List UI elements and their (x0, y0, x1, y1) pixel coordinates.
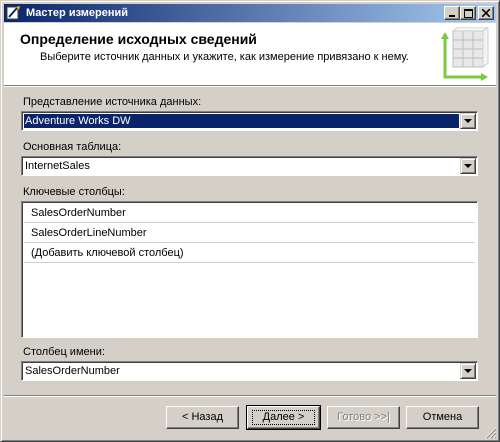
data-source-view-value: Adventure Works DW (24, 114, 459, 128)
chevron-down-icon (464, 119, 472, 123)
finish-button: Готово >>| (327, 406, 400, 429)
minimize-button[interactable] (444, 6, 460, 20)
data-source-view-dropdown-button[interactable] (460, 113, 476, 129)
title-bar[interactable]: Мастер измерений (4, 4, 496, 22)
name-column-value: SalesOrderNumber (25, 365, 120, 377)
main-table-combo[interactable]: InternetSales (21, 156, 478, 176)
list-item[interactable]: SalesOrderNumber (24, 203, 475, 223)
wizard-icon (6, 6, 20, 20)
chevron-down-icon (464, 369, 472, 373)
back-button[interactable]: < Назад (166, 406, 239, 429)
data-source-view-label: Представление источника данных: (23, 96, 202, 108)
close-button[interactable] (478, 6, 494, 20)
cancel-button[interactable]: Отмена (406, 406, 479, 429)
page-subtitle: Выберите источник данных и укажите, как … (40, 51, 409, 63)
key-columns-label: Ключевые столбцы: (23, 186, 125, 198)
main-table-value: InternetSales (25, 160, 90, 172)
chevron-down-icon (464, 164, 472, 168)
name-column-combo[interactable]: SalesOrderNumber (21, 361, 478, 381)
name-column-label: Столбец имени: (23, 346, 105, 358)
dimension-cube-icon (441, 27, 489, 81)
name-column-dropdown-button[interactable] (460, 363, 476, 379)
page-title: Определение исходных сведений (20, 31, 257, 47)
minimize-icon (449, 15, 455, 17)
close-icon (482, 9, 490, 17)
dimension-wizard-window: Мастер измерений Определение исходных св… (0, 0, 500, 442)
resize-grip-icon[interactable] (485, 427, 497, 439)
add-key-column-item[interactable]: (Добавить ключевой столбец) (24, 243, 475, 263)
maximize-button[interactable] (460, 6, 476, 20)
maximize-icon (463, 8, 473, 18)
key-columns-list[interactable]: SalesOrderNumber SalesOrderLineNumber (Д… (21, 201, 478, 338)
list-item[interactable]: SalesOrderLineNumber (24, 223, 475, 243)
main-table-dropdown-button[interactable] (460, 158, 476, 174)
wizard-header: Определение исходных сведений Выберите и… (4, 23, 496, 85)
data-source-view-combo[interactable]: Adventure Works DW (21, 111, 478, 131)
window-title: Мастер измерений (26, 7, 129, 19)
main-table-label: Основная таблица: (23, 141, 122, 153)
focus-rectangle (252, 410, 315, 425)
next-button[interactable]: Далее > (246, 405, 321, 430)
